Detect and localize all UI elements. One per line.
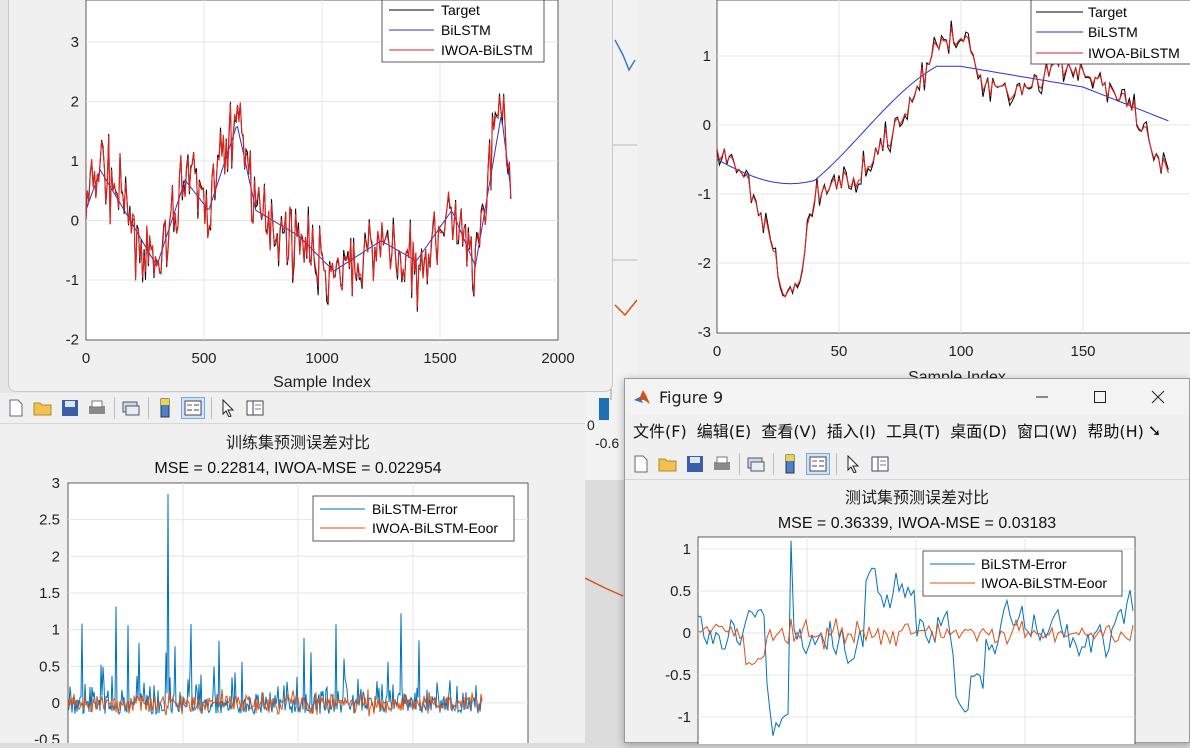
- x-tick-label: 100: [948, 343, 973, 360]
- test-error-subtitle: MSE = 0.36339, IWOA-MSE = 0.03183: [778, 515, 1056, 532]
- test-error-legend: BiLSTM-Error IWOA-BiLSTM-Eoor: [922, 550, 1123, 597]
- test-pred-legend: Target BiLSTM IWOA-BiLSTM: [1030, 0, 1190, 65]
- x-tick-label: 1000: [305, 350, 338, 367]
- link-icon[interactable]: [120, 398, 142, 418]
- y-tick-label: -2: [698, 255, 711, 272]
- y-tick-label: 1: [52, 622, 60, 639]
- legend-bilstm: BiLSTM: [1088, 24, 1138, 40]
- figure9-menubar: 文件(F) 编辑(E) 查看(V) 插入(I) 工具(T) 桌面(D) 窗口(W…: [625, 415, 1189, 445]
- y-tick-label: 3: [71, 34, 79, 51]
- y-tick-label: 2: [71, 94, 79, 111]
- x-tick-label: 1500: [423, 350, 456, 367]
- y-tick-label: 1: [703, 48, 711, 65]
- y-tick-label: -0.5: [665, 667, 691, 684]
- train-error-title: 训练集预测误差对比: [226, 433, 370, 452]
- figure-test-prediction-window[interactable]: Target BiLSTM IWOA-BiLSTM 1 0 -1 -2 -3 0 50 100…: [637, 0, 1190, 386]
- test-error-title: 测试集预测误差对比: [845, 488, 989, 507]
- y-tick-label: 0: [703, 117, 711, 134]
- figure-train-error-window[interactable]: 训练集预测误差对比 MSE = 0.22814, IWOA-MSE = 0.02…: [0, 393, 585, 743]
- test-error-chart: 测试集预测误差对比 MSE = 0.36339, IWOA-MSE = 0.03…: [665, 488, 1136, 744]
- x-tick-label: 0: [713, 343, 721, 360]
- train-pred-xlabel: Sample Index: [273, 374, 371, 391]
- pointer-icon[interactable]: [217, 398, 239, 418]
- y-tick-label: 1: [71, 153, 79, 170]
- open-folder-icon[interactable]: [657, 454, 679, 474]
- menu-view[interactable]: 查看(V): [761, 418, 816, 442]
- y-tick-label: 0.5: [39, 658, 60, 675]
- print-icon[interactable]: [86, 398, 108, 418]
- y-tick-label: -1: [66, 272, 79, 289]
- figure-train-prediction-window[interactable]: Target BiLSTM IWOA-BiLSTM 3 2 1 0 -1 -2 0 500 10…: [8, 0, 613, 392]
- bg-tick-a: 0: [587, 417, 595, 433]
- menu-edit[interactable]: 编辑(E): [697, 418, 752, 442]
- panel-icon[interactable]: [244, 398, 266, 418]
- y-tick-label: -2: [66, 332, 79, 349]
- print-icon[interactable]: [711, 454, 733, 474]
- test-prediction-chart: Target BiLSTM IWOA-BiLSTM 10-1-2-30 50 100…: [698, 0, 1190, 386]
- train-error-legend: BiLSTM-Error IWOA-BiLSTM-Eoor: [312, 495, 515, 542]
- train-prediction-chart: Target BiLSTM IWOA-BiLSTM 3210-1-20 500 10…: [66, 0, 575, 391]
- pointer-icon[interactable]: [842, 454, 864, 474]
- colorbar-icon[interactable]: [779, 454, 801, 474]
- x-tick-label: 50: [831, 343, 848, 360]
- train-pred-legend: Target BiLSTM IWOA-BiLSTM: [381, 0, 545, 63]
- y-tick-label: 0: [52, 695, 60, 712]
- legend-iwoa: IWOA-BiLSTM: [1088, 45, 1180, 61]
- figure9-title: Figure 9: [659, 387, 724, 407]
- open-folder-icon[interactable]: [32, 398, 54, 418]
- matlab-logo-icon: [633, 388, 651, 406]
- menu-file[interactable]: 文件(F): [633, 418, 687, 442]
- legend-bilstm-error: BiLSTM-Error: [372, 501, 458, 517]
- x-tick-label: 0: [82, 350, 90, 367]
- legend-iwoa: IWOA-BiLSTM: [441, 42, 533, 58]
- legend-icon[interactable]: [806, 453, 830, 475]
- figure9-titlebar[interactable]: Figure 9: [625, 379, 1189, 415]
- train-error-toolbar: [0, 393, 585, 424]
- y-tick-label: -1: [698, 186, 711, 203]
- figure9-toolbar: [625, 449, 1189, 480]
- x-tick-label: 150: [1070, 343, 1095, 360]
- new-file-icon[interactable]: [630, 454, 652, 474]
- menu-overflow-arrow-icon[interactable]: ➘: [1148, 421, 1161, 440]
- y-tick-label: -3: [698, 324, 711, 341]
- menu-tools[interactable]: 工具(T): [886, 418, 940, 442]
- y-tick-label: 0: [683, 625, 691, 642]
- legend-target: Target: [441, 2, 480, 18]
- y-tick-label: 1: [683, 541, 691, 558]
- y-tick-label: 2.5: [39, 512, 60, 529]
- bg-tick-b: -0.6: [595, 435, 619, 451]
- x-tick-label: 2000: [541, 350, 574, 367]
- y-tick-label: -1: [678, 709, 691, 726]
- menu-window[interactable]: 窗口(W): [1017, 418, 1077, 442]
- train-error-subtitle: MSE = 0.22814, IWOA-MSE = 0.022954: [154, 460, 441, 477]
- legend-icon[interactable]: [181, 397, 205, 419]
- colorbar-icon[interactable]: [154, 398, 176, 418]
- menu-help[interactable]: 帮助(H): [1087, 418, 1144, 442]
- test-pred-xlabel: Sample Index: [908, 369, 1006, 378]
- figure9-window[interactable]: Figure 9 文件(F) 编辑(E) 查看(V) 插入(I) 工具(T) 桌…: [624, 378, 1190, 744]
- y-tick-label: 2: [52, 548, 60, 565]
- legend-bilstm-error: BiLSTM-Error: [981, 556, 1067, 572]
- legend-iwoa-error: IWOA-BiLSTM-Eoor: [372, 520, 498, 536]
- save-icon[interactable]: [59, 398, 81, 418]
- panel-icon[interactable]: [869, 454, 891, 474]
- menu-desktop[interactable]: 桌面(D): [950, 418, 1007, 442]
- minimize-button[interactable]: [1013, 379, 1071, 415]
- y-tick-label: -0.5: [34, 732, 60, 743]
- maximize-button[interactable]: [1071, 379, 1129, 415]
- legend-target: Target: [1088, 4, 1127, 20]
- link-icon[interactable]: [745, 454, 767, 474]
- new-file-icon[interactable]: [5, 398, 27, 418]
- menu-insert[interactable]: 插入(I): [827, 418, 876, 442]
- y-tick-label: 0: [71, 213, 79, 230]
- x-tick-label: 500: [191, 350, 216, 367]
- legend-bilstm: BiLSTM: [441, 22, 491, 38]
- y-tick-label: 0.5: [670, 583, 691, 600]
- y-tick-label: 1.5: [39, 585, 60, 602]
- save-icon[interactable]: [684, 454, 706, 474]
- legend-iwoa-error: IWOA-BiLSTM-Eoor: [981, 575, 1107, 591]
- close-button[interactable]: [1129, 379, 1187, 415]
- train-error-chart: 训练集预测误差对比 MSE = 0.22814, IWOA-MSE = 0.02…: [34, 433, 529, 743]
- y-tick-label: 3: [52, 475, 60, 492]
